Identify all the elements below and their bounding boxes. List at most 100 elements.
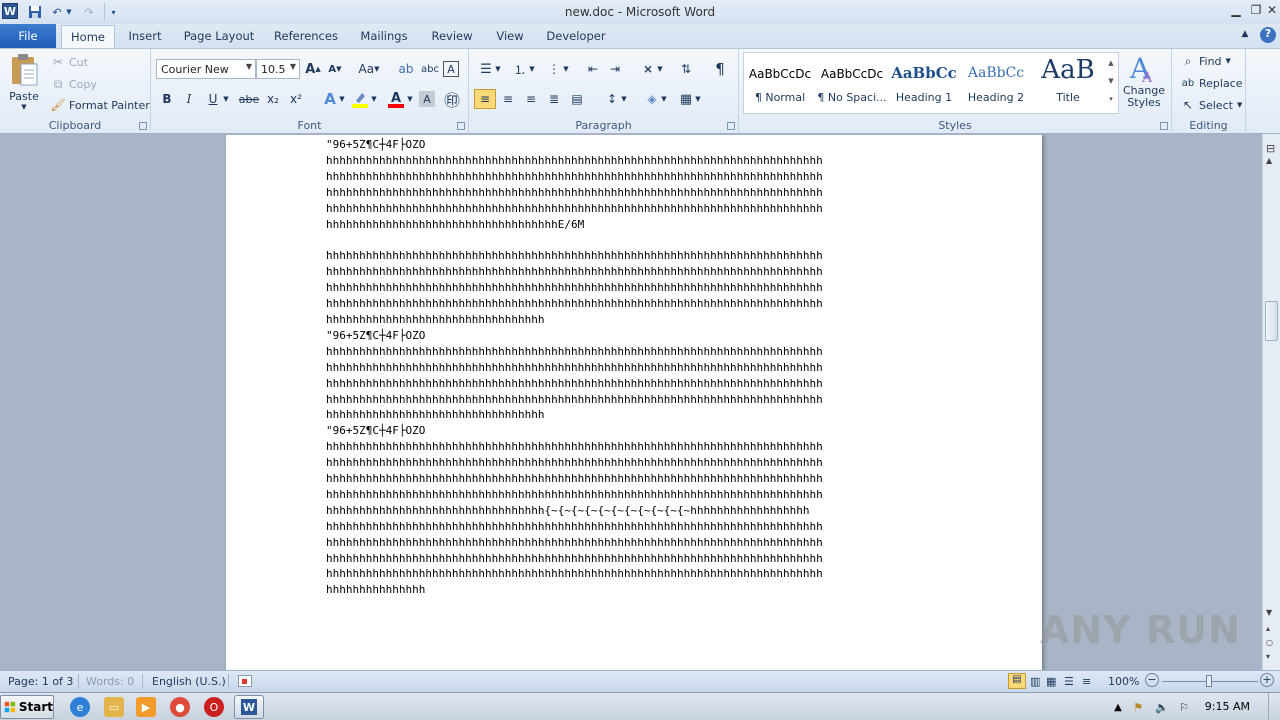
outline-icon[interactable]: ☰	[1064, 675, 1074, 688]
increase-indent-icon[interactable]: ⇥	[604, 59, 626, 79]
document-line[interactable]: hhhhhhhhhhhhhhhhhhhhhhhhhhhhhhhhhhhhhhhh…	[326, 519, 823, 535]
document-line[interactable]: hhhhhhhhhhhhhhhhhhhhhhhhhhhhhhhhh{~{~{~{…	[326, 503, 823, 519]
action-center-icon[interactable]: ⚑	[1128, 697, 1148, 717]
document-line[interactable]: hhhhhhhhhhhhhhhhhhhhhhhhhhhhhhhhhhhhhhhh…	[326, 376, 823, 392]
bullets-dropdown-icon[interactable]: ▼	[493, 59, 503, 79]
select-button[interactable]: ↖ Select ▼	[1180, 95, 1242, 115]
character-shading-icon[interactable]: A	[419, 91, 435, 107]
tab-review[interactable]: Review	[428, 25, 476, 48]
browse-object-icon[interactable]: ○	[1266, 638, 1273, 647]
show-formatting-button[interactable]: ¶	[709, 59, 731, 79]
style-heading-2[interactable]: AaBbCc Heading 2	[961, 55, 1031, 111]
shading-dropdown-icon[interactable]: ▼	[659, 89, 669, 109]
zoom-in-icon[interactable]: +	[1260, 673, 1274, 687]
document-line[interactable]: hhhhhhhhhhhhhhhhhhhhhhhhhhhhhhhhhhhhhhhh…	[326, 201, 823, 217]
document-line[interactable]: "96+5Z¶C┼4F├OZO	[326, 137, 823, 153]
grow-font-button[interactable]: A ▲	[302, 59, 324, 79]
document-line[interactable]: hhhhhhhhhhhhhhhhhhhhhhhhhhhhhhhhhhhhhhhh…	[326, 280, 823, 296]
align-right-icon[interactable]: ≡	[520, 89, 542, 109]
media-player-icon[interactable]: ▶	[136, 697, 156, 717]
scroll-up-icon[interactable]: ▲	[1266, 156, 1272, 165]
shrink-font-button[interactable]: A ▼	[324, 59, 346, 79]
tab-mailings[interactable]: Mailings	[354, 25, 414, 48]
style-normal[interactable]: AaBbCcDc ¶ Normal	[745, 55, 815, 111]
paragraph-launcher-icon[interactable]	[727, 122, 735, 130]
document-line[interactable]: hhhhhhhhhhhhhhhhhhhhhhhhhhhhhhhhhhhhhhhh…	[326, 487, 823, 503]
italic-button[interactable]: I	[178, 89, 200, 109]
document-line[interactable]: hhhhhhhhhhhhhhhhhhhhhhhhhhhhhhhhhhhhhhhh…	[326, 360, 823, 376]
underline-dropdown-icon[interactable]: ▼	[221, 89, 231, 109]
clipboard-launcher-icon[interactable]	[139, 122, 147, 130]
document-text[interactable]: "96+5Z¶C┼4F├OZO hhhhhhhhhhhhhhhhhhhhhhhhh…	[326, 137, 823, 598]
numbering-dropdown-icon[interactable]: ▼	[527, 59, 537, 79]
document-line[interactable]: hhhhhhhhhhhhhhhhhhhhhhhhhhhhhhhhh	[326, 312, 823, 328]
internet-explorer-icon[interactable]: e	[70, 697, 90, 717]
tab-developer[interactable]: Developer	[544, 25, 608, 48]
document-line[interactable]	[326, 232, 823, 248]
font-size-combo[interactable]: 10.5 ▼	[256, 59, 300, 79]
document-line[interactable]: hhhhhhhhhhhhhhhhhhhhhhhhhhhhhhhhhhhhhhhh…	[326, 153, 823, 169]
full-screen-reading-icon[interactable]: ▥	[1030, 675, 1040, 688]
change-styles-button[interactable]: AA Change Styles	[1121, 52, 1167, 116]
phonetic-guide-icon[interactable]: abc	[419, 59, 441, 79]
document-line[interactable]: hhhhhhhhhhhhhhhhhhhhhhhhhhhhhhhhhhhhhhhh…	[326, 455, 823, 471]
show-desktop-button[interactable]	[1268, 693, 1280, 720]
web-layout-icon[interactable]: ▦	[1046, 675, 1056, 688]
document-line[interactable]: hhhhhhhhhhhhhhhhhhhhhhhhhhhhhhhhhhhE/6M	[326, 217, 823, 233]
minimize-ribbon-icon[interactable]: ▲	[1238, 25, 1252, 48]
clear-formatting-icon[interactable]: ab	[395, 59, 417, 79]
character-border-icon[interactable]: A	[443, 61, 459, 77]
document-line[interactable]: hhhhhhhhhhhhhhhhhhhhhhhhhhhhhhhhhhhhhhhh…	[326, 344, 823, 360]
next-page-icon[interactable]: ▾	[1266, 652, 1270, 661]
strikethrough-button[interactable]: abe	[238, 89, 260, 109]
document-line[interactable]: hhhhhhhhhhhhhhhhhhhhhhhhhhhhhhhhh	[326, 407, 823, 423]
word-taskbar-button[interactable]: W	[234, 695, 264, 719]
paste-button[interactable]: Paste ▼	[6, 53, 42, 113]
asian-layout-dropdown-icon[interactable]: ▼	[655, 59, 665, 79]
decrease-indent-icon[interactable]: ⇤	[582, 59, 604, 79]
style-heading-1[interactable]: AaBbCc Heading 1	[889, 55, 959, 111]
print-layout-icon[interactable]: ▤	[1008, 673, 1026, 689]
tab-page-layout[interactable]: Page Layout	[180, 25, 258, 48]
multilevel-dropdown-icon[interactable]: ▼	[561, 59, 571, 79]
borders-dropdown-icon[interactable]: ▼	[693, 89, 703, 109]
line-spacing-dropdown-icon[interactable]: ▼	[619, 89, 629, 109]
close-button[interactable]: ✕	[1262, 2, 1280, 18]
language[interactable]: English (U.S.)	[152, 675, 226, 688]
change-case-button[interactable]: Aa ▼	[354, 59, 384, 79]
page-count[interactable]: Page: 1 of 3	[8, 675, 73, 688]
clock[interactable]: 9:15 AM	[1205, 700, 1250, 713]
subscript-button[interactable]: x₂	[262, 89, 284, 109]
volume-icon[interactable]: 🔈	[1152, 697, 1172, 717]
styles-gallery-scroll[interactable]: ▲ ▼ ▾	[1105, 54, 1117, 112]
network-icon[interactable]: ⚐	[1174, 697, 1194, 717]
document-line[interactable]: hhhhhhhhhhhhhhhhhhhhhhhhhhhhhhhhhhhhhhhh…	[326, 248, 823, 264]
ruler-toggle-icon[interactable]: ⊟	[1266, 142, 1275, 155]
zoom-level[interactable]: 100%	[1108, 675, 1139, 688]
minimize-button[interactable]: ▁	[1226, 2, 1246, 18]
font-color-button[interactable]: A	[385, 89, 407, 109]
format-painter-button[interactable]: 🖌 Format Painter	[50, 95, 149, 115]
chrome-icon[interactable]: ●	[170, 697, 190, 717]
vertical-scrollbar[interactable]: ⊟ ▲ ▼ ▴ ○ ▾	[1262, 134, 1280, 670]
justify-icon[interactable]: ≣	[543, 89, 565, 109]
document-line[interactable]: hhhhhhhhhhhhhhhhhhhhhhhhhhhhhhhhhhhhhhhh…	[326, 551, 823, 567]
bold-button[interactable]: B	[156, 89, 178, 109]
highlight-dropdown-icon[interactable]: ▼	[369, 89, 379, 109]
draft-icon[interactable]: ≡	[1082, 675, 1091, 688]
replace-button[interactable]: ab Replace	[1180, 73, 1243, 93]
sort-icon[interactable]: ⇅	[675, 59, 697, 79]
document-line[interactable]: hhhhhhhhhhhhhhhhhhhhhhhhhhhhhhhhhhhhhhhh…	[326, 439, 823, 455]
text-effects-dropdown-icon[interactable]: ▼	[337, 89, 347, 109]
document-line[interactable]: hhhhhhhhhhhhhhhhhhhhhhhhhhhhhhhhhhhhhhhh…	[326, 471, 823, 487]
style-title[interactable]: AaB Title	[1033, 55, 1103, 111]
font-color-dropdown-icon[interactable]: ▼	[405, 89, 415, 109]
style-no-spacing[interactable]: AaBbCcDc ¶ No Spaci...	[817, 55, 887, 111]
tab-file[interactable]: File	[0, 24, 56, 48]
font-name-combo[interactable]: Courier New ▼	[156, 59, 256, 79]
document-line[interactable]: hhhhhhhhhhhhhhhhhhhhhhhhhhhhhhhhhhhhhhhh…	[326, 296, 823, 312]
document-line[interactable]: hhhhhhhhhhhhhhhhhhhhhhhhhhhhhhhhhhhhhhhh…	[326, 264, 823, 280]
document-line[interactable]: hhhhhhhhhhhhhhhhhhhhhhhhhhhhhhhhhhhhhhhh…	[326, 169, 823, 185]
zoom-slider-thumb[interactable]	[1206, 675, 1212, 687]
zoom-out-icon[interactable]: −	[1145, 673, 1159, 687]
